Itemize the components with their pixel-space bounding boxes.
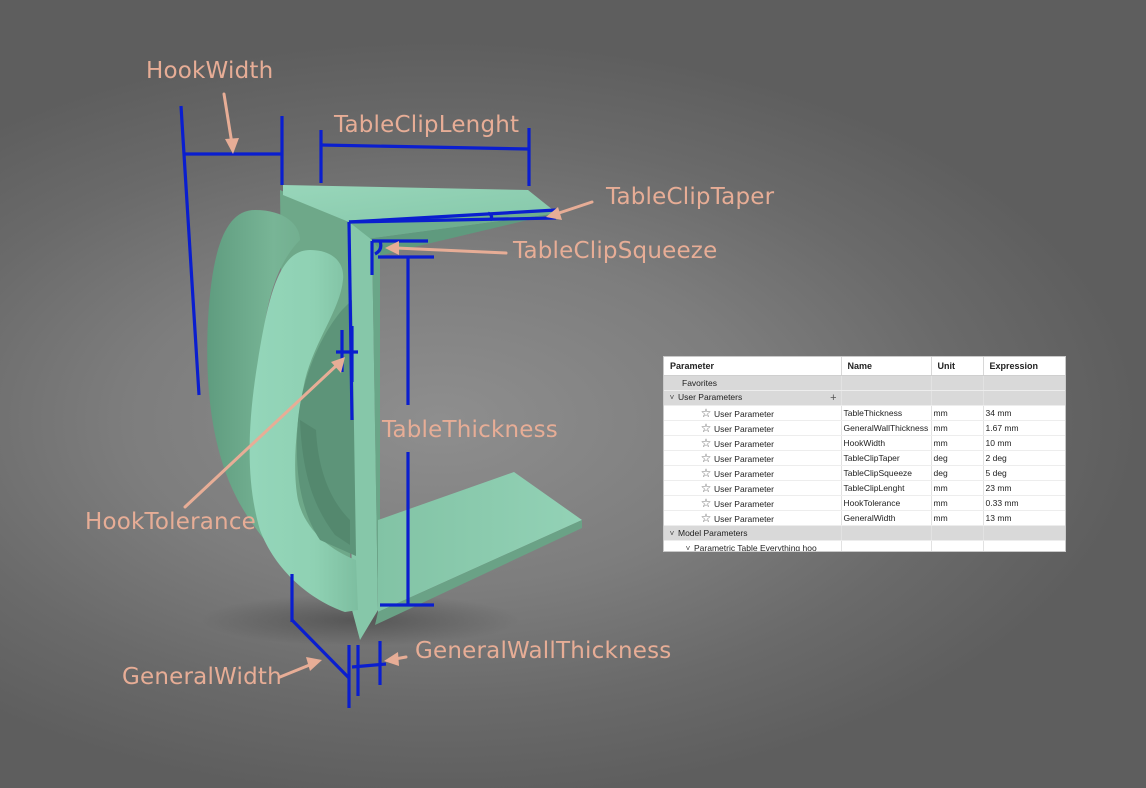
row-parameter: User Parameter [714,424,774,434]
table-row[interactable]: ☆ User Parameter HookTolerance mm 0.33 mm [664,495,1065,511]
table-row[interactable]: ☆ User Parameter TableClipLenght mm 23 mm [664,480,1065,496]
label-table-clip-lenght: TableClipLenght [334,112,520,138]
row-parameter: User Parameter [714,454,774,464]
table-row[interactable]: ☆ User Parameter TableClipTaper deg 2 deg [664,450,1065,466]
table-row[interactable]: ☆ User Parameter GeneralWidth mm 13 mm [664,510,1065,526]
hook-width-ext-left [179,105,201,396]
wall-thickness-arrow-head [384,652,399,666]
row-name: TableClipLenght [841,480,932,496]
plus-icon[interactable]: + [830,392,836,404]
row-parameter: User Parameter [714,499,774,509]
row-unit[interactable]: deg [931,450,984,466]
row-parameter: User Parameter [714,439,774,449]
row-expression[interactable]: 13 mm [983,510,1065,526]
row-parameter: User Parameter [714,514,774,524]
row-name: HookWidth [841,435,932,451]
table-header-row: Parameter Name Unit Expression [664,357,1065,376]
row-expression[interactable]: 34 mm [983,405,1065,421]
label-hook-tolerance: HookTolerance [85,509,257,535]
row-unit[interactable]: mm [931,495,984,511]
header-unit[interactable]: Unit [931,357,984,376]
row-expression[interactable]: 23 mm [983,480,1065,496]
header-expression[interactable]: Expression [983,357,1065,376]
favorites-group-row[interactable]: Favorites [664,375,1065,391]
model-parameters-label: Model Parameters [678,528,748,538]
model-parameters-group-row[interactable]: ˅ Model Parameters [664,525,1065,541]
general-width-arrow [278,662,314,679]
row-unit[interactable]: mm [931,480,984,496]
hook-width-arrow-head [225,138,239,154]
label-general-wall-thickness: GeneralWallThickness [415,638,672,664]
row-unit[interactable]: mm [931,435,984,451]
clip-length-dim-line [320,143,530,151]
row-name: GeneralWallThickness [841,420,932,436]
star-icon[interactable]: ☆ [698,497,714,509]
star-icon[interactable]: ☆ [698,422,714,434]
row-name: TableClipTaper [841,450,932,466]
header-name[interactable]: Name [841,357,932,376]
star-icon[interactable]: ☆ [698,482,714,494]
label-table-clip-taper: TableClipTaper [606,184,775,210]
chevron-down-icon[interactable]: ˅ [682,544,694,551]
table-row[interactable]: ☆ User Parameter TableThickness mm 34 mm [664,405,1065,421]
chevron-down-icon[interactable]: ˅ [666,529,678,538]
clip-squeeze-arrow [394,246,508,255]
label-general-width: GeneralWidth [122,664,282,690]
row-unit[interactable]: mm [931,420,984,436]
row-unit[interactable]: mm [931,510,984,526]
parameters-table-panel: Parameter Name Unit Expression Favorites… [663,356,1066,552]
clip-taper-arrow [554,200,594,216]
table-row[interactable]: ☆ User Parameter HookWidth mm 10 mm [664,435,1065,451]
label-hook-width: HookWidth [146,58,274,84]
favorites-label: Favorites [682,378,717,388]
hook-width-arrow [222,92,234,146]
row-name: HookTolerance [841,495,932,511]
label-table-thickness: TableThickness [382,417,558,443]
header-parameter[interactable]: Parameter [664,357,842,376]
table-row[interactable]: ☆ User Parameter GeneralWallThickness mm … [664,420,1065,436]
row-name: GeneralWidth [841,510,932,526]
row-expression[interactable]: 10 mm [983,435,1065,451]
user-parameters-group-row[interactable]: ˅ User Parameters + [664,390,1065,406]
star-icon[interactable]: ☆ [698,512,714,524]
row-unit[interactable]: mm [931,405,984,421]
row-parameter: User Parameter [714,484,774,494]
star-icon[interactable]: ☆ [698,467,714,479]
star-icon[interactable]: ☆ [698,437,714,449]
row-expression[interactable]: 0.33 mm [983,495,1065,511]
row-name: TableThickness [841,405,932,421]
chevron-down-icon[interactable]: ˅ [666,393,678,402]
parameters-table: Parameter Name Unit Expression Favorites… [664,357,1065,552]
user-parameters-label: User Parameters [678,392,743,402]
general-width-arrow-head [306,657,322,671]
row-unit[interactable]: deg [931,465,984,481]
row-parameter: User Parameter [714,409,774,419]
table-row[interactable]: ☆ User Parameter TableClipSqueeze deg 5 d… [664,465,1065,481]
label-table-clip-squeeze: TableClipSqueeze [513,238,718,264]
row-expression[interactable]: 2 deg [983,450,1065,466]
row-name: TableClipSqueeze [841,465,932,481]
row-parameter: User Parameter [714,469,774,479]
row-expression[interactable]: 5 deg [983,465,1065,481]
star-icon[interactable]: ☆ [698,407,714,419]
model-sub-row[interactable]: ˅ Parametric Table Everything hoo [664,540,1065,552]
row-expression[interactable]: 1.67 mm [983,420,1065,436]
star-icon[interactable]: ☆ [698,452,714,464]
model-sub-label: Parametric Table Everything hoo [694,543,817,552]
